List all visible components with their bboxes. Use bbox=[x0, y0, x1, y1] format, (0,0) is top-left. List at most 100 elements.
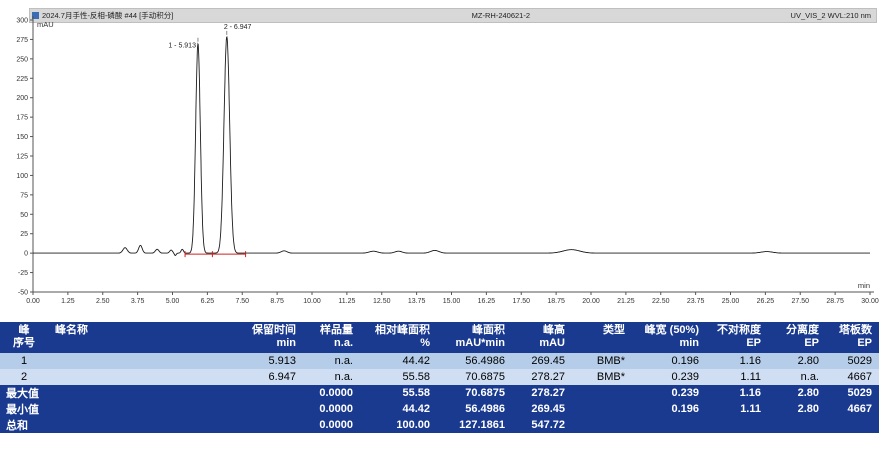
summary-row: 总和0.0000100.00127.1861547.72 bbox=[0, 417, 879, 433]
cell: 0.239 bbox=[632, 369, 706, 385]
x-tick-label: 5.00 bbox=[166, 298, 180, 305]
cell: 278.27 bbox=[512, 385, 572, 401]
cell: 0.239 bbox=[632, 385, 706, 401]
column-header: 相对峰面积% bbox=[360, 322, 437, 353]
x-tick-label: 16.25 bbox=[478, 298, 496, 305]
y-tick-label: 175 bbox=[16, 115, 28, 122]
x-tick-label: 10.00 bbox=[303, 298, 321, 305]
y-tick-label: 275 bbox=[16, 37, 28, 44]
column-header: 峰面积mAU*min bbox=[437, 322, 512, 353]
x-tick-label: 20.00 bbox=[582, 298, 600, 305]
x-tick-label: 15.00 bbox=[443, 298, 461, 305]
peak-results-table: 峰序号峰名称 保留时间min样品量n.a.相对峰面积%峰面积mAU*min峰高m… bbox=[0, 322, 879, 433]
x-tick-label: 12.50 bbox=[373, 298, 391, 305]
cell: 最小值 bbox=[0, 401, 48, 417]
column-header: 峰名称 bbox=[48, 322, 185, 353]
cell bbox=[48, 385, 185, 401]
cell: 0.0000 bbox=[303, 401, 360, 417]
y-tick-label: 225 bbox=[16, 76, 28, 83]
column-header: 保留时间min bbox=[185, 322, 303, 353]
cell: 5029 bbox=[826, 353, 879, 369]
cell: 547.72 bbox=[512, 417, 572, 433]
cell: 0.196 bbox=[632, 353, 706, 369]
cell bbox=[48, 369, 185, 385]
x-tick-label: 1.25 bbox=[61, 298, 75, 305]
chromatogram-plot[interactable]: -50-250255075100125150175200225250275300… bbox=[0, 12, 879, 316]
y-tick-label: -50 bbox=[18, 290, 28, 297]
column-header: 峰序号 bbox=[0, 322, 48, 353]
column-header: 塔板数EP bbox=[826, 322, 879, 353]
cell: BMB* bbox=[572, 353, 632, 369]
x-tick-label: 18.75 bbox=[547, 298, 565, 305]
x-tick-label: 13.75 bbox=[408, 298, 426, 305]
cell: BMB* bbox=[572, 369, 632, 385]
x-tick-label: 7.50 bbox=[235, 298, 249, 305]
cell: 278.27 bbox=[512, 369, 572, 385]
y-tick-label: 25 bbox=[20, 231, 28, 238]
y-tick-label: 250 bbox=[16, 56, 28, 63]
cell: 0.0000 bbox=[303, 385, 360, 401]
x-tick-label: 26.25 bbox=[757, 298, 775, 305]
column-header: 不对称度EP bbox=[706, 322, 768, 353]
peak-row[interactable]: 26.947n.a.55.5870.6875278.27BMB*0.2391.1… bbox=[0, 369, 879, 385]
x-tick-label: 11.25 bbox=[338, 298, 355, 305]
cell: 0.0000 bbox=[303, 417, 360, 433]
cell: n.a. bbox=[303, 353, 360, 369]
y-tick-label: 150 bbox=[16, 134, 28, 141]
cell bbox=[48, 353, 185, 369]
summary-row: 最小值0.000044.4256.4986269.450.1961.112.80… bbox=[0, 401, 879, 417]
x-tick-label: 8.75 bbox=[270, 298, 284, 305]
cell: 0.196 bbox=[632, 401, 706, 417]
cell bbox=[48, 417, 185, 433]
cell: 1.11 bbox=[706, 401, 768, 417]
cell bbox=[48, 401, 185, 417]
y-tick-label: 100 bbox=[16, 173, 28, 180]
x-tick-label: 28.75 bbox=[826, 298, 844, 305]
cell: 2.80 bbox=[768, 385, 826, 401]
x-tick-label: 2.50 bbox=[96, 298, 110, 305]
chromatogram-panel: 2024.7月手性-反相-磷酸 #44 [手动积分] MZ-RH-240621-… bbox=[0, 0, 879, 316]
cell bbox=[632, 417, 706, 433]
cell: n.a. bbox=[303, 369, 360, 385]
y-tick-label: -25 bbox=[18, 270, 28, 277]
cell: 1.16 bbox=[706, 385, 768, 401]
cell: 2.80 bbox=[768, 353, 826, 369]
cell: 55.58 bbox=[360, 385, 437, 401]
cell bbox=[185, 417, 303, 433]
cell: 5.913 bbox=[185, 353, 303, 369]
cell: 总和 bbox=[0, 417, 48, 433]
y-tick-label: 125 bbox=[16, 154, 28, 161]
x-tick-label: 22.50 bbox=[652, 298, 670, 305]
x-tick-label: 23.75 bbox=[687, 298, 705, 305]
cell: n.a. bbox=[768, 369, 826, 385]
column-header: 类型 bbox=[572, 322, 632, 353]
cell: 2.80 bbox=[768, 401, 826, 417]
peak-label: 2 - 6.947 bbox=[224, 24, 252, 31]
y-axis-unit: mAU bbox=[37, 20, 54, 29]
y-tick-label: 200 bbox=[16, 95, 28, 102]
cell: 4667 bbox=[826, 369, 879, 385]
x-tick-label: 6.25 bbox=[201, 298, 215, 305]
x-tick-label: 21.25 bbox=[617, 298, 635, 305]
y-tick-label: 50 bbox=[20, 212, 28, 219]
y-tick-label: 75 bbox=[20, 192, 28, 199]
peak-table-header-row: 峰序号峰名称 保留时间min样品量n.a.相对峰面积%峰面积mAU*min峰高m… bbox=[0, 322, 879, 353]
cell: 1.16 bbox=[706, 353, 768, 369]
cell: 269.45 bbox=[512, 401, 572, 417]
x-tick-label: 27.50 bbox=[791, 298, 809, 305]
cell bbox=[768, 417, 826, 433]
cell: 127.1861 bbox=[437, 417, 512, 433]
cell bbox=[572, 401, 632, 417]
cell: 55.58 bbox=[360, 369, 437, 385]
cell bbox=[185, 401, 303, 417]
cell: 2 bbox=[0, 369, 48, 385]
cell bbox=[706, 417, 768, 433]
peak-row[interactable]: 15.913n.a.44.4256.4986269.45BMB*0.1961.1… bbox=[0, 353, 879, 369]
y-tick-label: 300 bbox=[16, 18, 28, 25]
column-header: 峰宽 (50%)min bbox=[632, 322, 706, 353]
x-tick-label: 0.00 bbox=[26, 298, 40, 305]
cell bbox=[185, 385, 303, 401]
cell bbox=[826, 417, 879, 433]
x-tick-label: 30.00 bbox=[861, 298, 879, 305]
x-axis-unit: min bbox=[858, 281, 870, 290]
